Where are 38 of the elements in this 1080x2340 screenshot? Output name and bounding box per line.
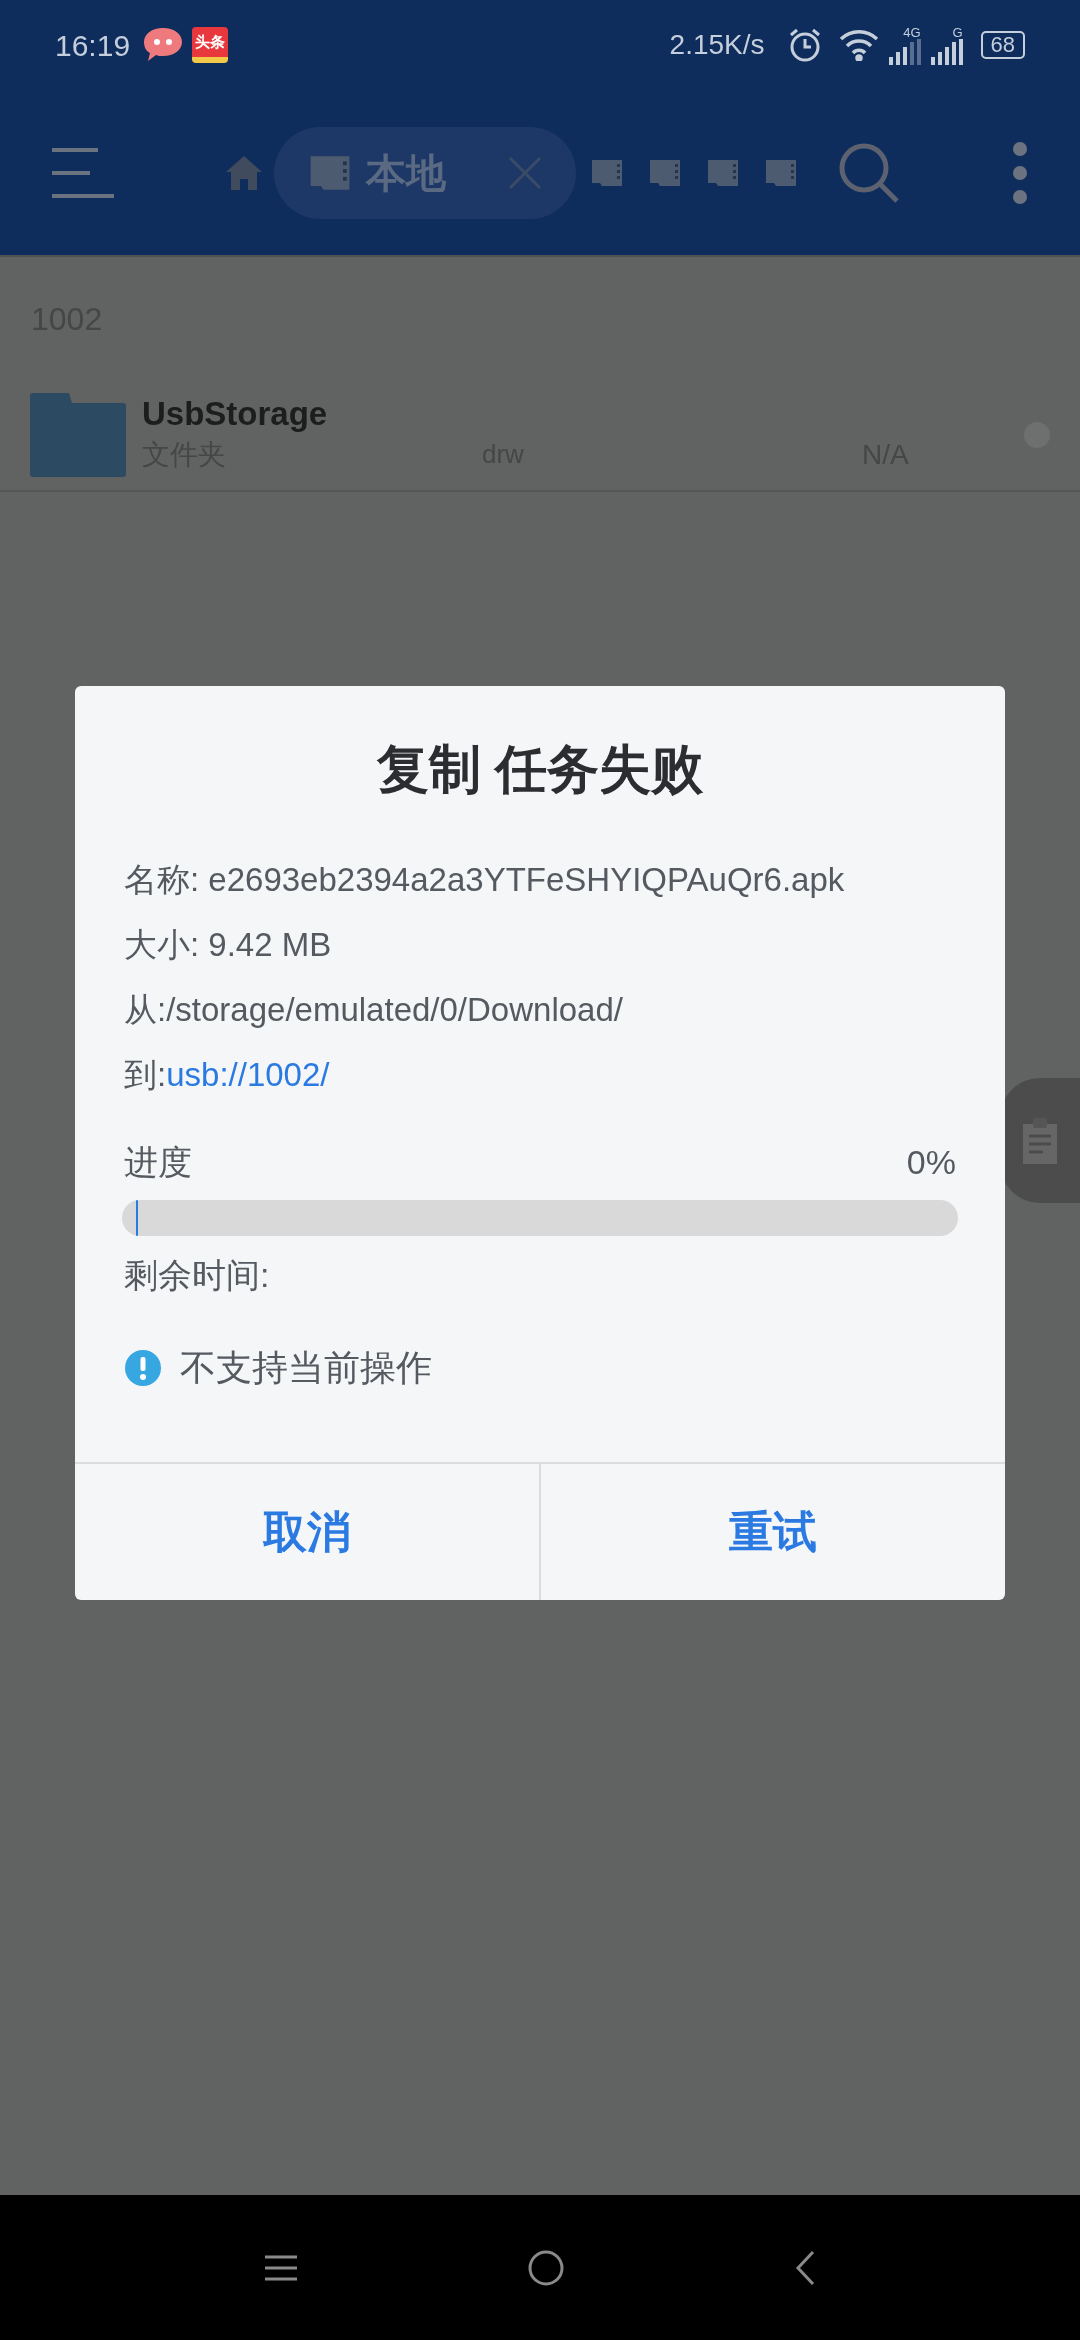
file-name: UsbStorage xyxy=(142,393,328,434)
sd-card-icon xyxy=(308,155,352,190)
clock-text: 16:19 xyxy=(55,27,131,64)
network-type-text: 4G xyxy=(903,25,921,39)
network-type-text: G xyxy=(952,25,963,39)
sd-card-icon xyxy=(590,159,624,186)
remaining-time-label: 剩余时间: xyxy=(124,1255,270,1296)
menu-icon[interactable] xyxy=(265,2254,298,2281)
progress-percent: 0% xyxy=(906,1142,956,1183)
retry-button[interactable]: 重试 xyxy=(539,1464,1005,1600)
back-icon[interactable] xyxy=(794,2249,815,2286)
info-icon xyxy=(124,1349,162,1387)
chat-bubble-icon xyxy=(142,26,185,64)
detail-text: 名称: e2693eb2394a2a3YTFeSHYIQPAuQr6.apk xyxy=(124,860,846,900)
search-icon[interactable] xyxy=(838,141,900,204)
sd-card-icon xyxy=(648,159,682,186)
signal-bars-icon xyxy=(930,38,963,65)
location-tab[interactable]: 本地 xyxy=(274,126,576,219)
battery-indicator: 68 xyxy=(980,31,1025,59)
sd-card-icon xyxy=(706,159,740,186)
app-badge: 头条 xyxy=(192,27,229,63)
progress-label: 进度 xyxy=(124,1142,192,1183)
detail-text: 从:/storage/emulated/0/Download/ xyxy=(124,990,624,1030)
more-options-icon[interactable] xyxy=(1012,141,1028,204)
home-button-icon[interactable] xyxy=(528,2249,564,2286)
folder-icon xyxy=(30,392,126,477)
network-speed-text: 2.15K/s xyxy=(669,28,765,62)
signal-bars-icon xyxy=(888,38,921,65)
sd-card-icon xyxy=(764,159,798,186)
detail-text: 到:usb://1002/ xyxy=(124,1055,331,1095)
cancel-button[interactable]: 取消 xyxy=(75,1464,539,1600)
wifi-icon xyxy=(838,29,879,61)
error-message: 不支持当前操作 xyxy=(180,1346,432,1390)
detail-text: 大小: 9.42 MB xyxy=(124,925,333,965)
menu-icon[interactable] xyxy=(52,147,114,198)
home-icon[interactable] xyxy=(226,155,262,190)
dialog-title: 复制 任务失败 xyxy=(376,739,704,800)
clipboard-icon xyxy=(1023,1117,1057,1164)
